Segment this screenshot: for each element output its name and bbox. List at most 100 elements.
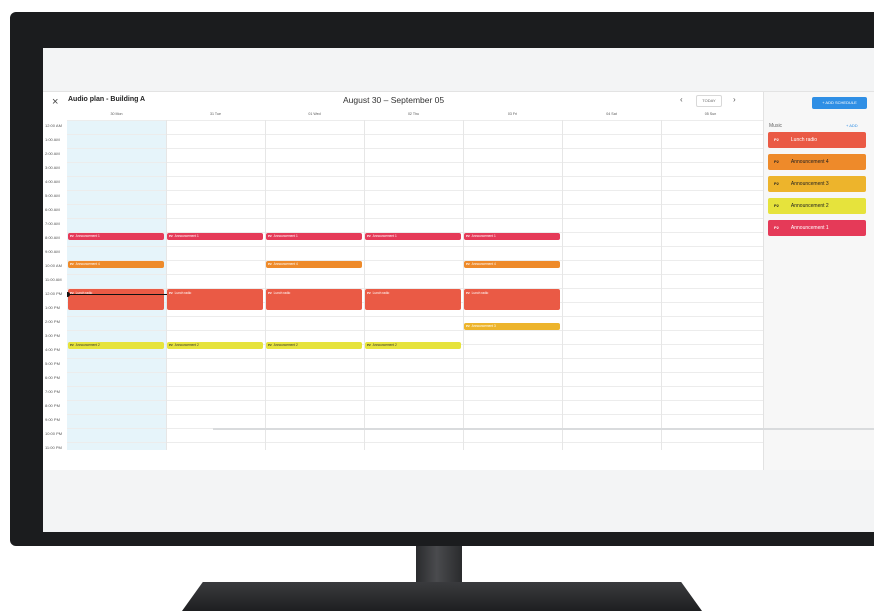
music-icon: P2 (466, 234, 470, 238)
music-icon: P2 (268, 234, 272, 238)
day-header-tue: 31 Tue (210, 112, 221, 116)
music-icon: P2 (70, 343, 74, 347)
hour-line (67, 120, 763, 121)
chevron-left-icon[interactable]: ‹ (680, 95, 683, 104)
horizontal-scrollbar[interactable] (213, 428, 874, 430)
monitor-stand-base (182, 582, 702, 611)
hour-line (67, 148, 763, 149)
music-icon: P2 (466, 262, 470, 266)
time-label: 1:00 AM (45, 137, 60, 142)
music-item-announcement-1[interactable]: P2 Announcement 1 (768, 220, 866, 236)
time-label: 4:00 PM (45, 347, 60, 352)
event-announcement-1[interactable]: P2 Announcement 1 (365, 233, 461, 240)
music-icon: P2 (774, 159, 779, 164)
event-label: Announcement 2 (273, 343, 298, 347)
event-lunch-radio[interactable]: P2 Lunch radio (167, 289, 263, 310)
day-divider (562, 120, 563, 450)
time-label: 7:00 PM (45, 389, 60, 394)
music-icon: P2 (268, 343, 272, 347)
music-item-lunch-radio[interactable]: P2 Lunch radio (768, 132, 866, 148)
date-range: August 30 – September 05 (343, 95, 445, 105)
event-label: Announcement 2 (75, 343, 100, 347)
hour-line (67, 386, 763, 387)
music-icon: P2 (70, 262, 74, 266)
hour-line (67, 204, 763, 205)
event-announcement-1[interactable]: P2 Announcement 1 (464, 233, 560, 240)
music-item-announcement-4[interactable]: P2 Announcement 4 (768, 154, 866, 170)
add-music-link[interactable]: + ADD (846, 123, 858, 128)
calendar-app: × Audio plan - Building A August 30 – Se… (43, 91, 874, 470)
event-label: Announcement 2 (174, 343, 199, 347)
music-icon: P2 (774, 225, 779, 230)
calendar-grid[interactable]: P2 Announcement 1 P2 Announcement 1 P2 Anno… (67, 120, 763, 470)
event-label: Announcement 4 (273, 262, 298, 266)
music-item-announcement-2[interactable]: P2 Announcement 2 (768, 198, 866, 214)
time-label: 11:00 AM (45, 277, 62, 282)
day-divider (463, 120, 464, 450)
day-divider (166, 120, 167, 450)
music-item-announcement-3[interactable]: P2 Announcement 3 (768, 176, 866, 192)
day-divider (661, 120, 662, 450)
event-lunch-radio[interactable]: P2 Lunch radio (266, 289, 362, 310)
day-header-thu: 02 Thu (407, 112, 420, 116)
monitor-bezel: × Audio plan - Building A August 30 – Se… (10, 12, 874, 546)
event-label: Lunch radio (273, 291, 291, 295)
music-item-label: Announcement 3 (790, 181, 829, 187)
today-button[interactable]: TODAY (696, 95, 722, 107)
time-label: 8:00 PM (45, 403, 60, 408)
time-label: 12:00 PM (45, 291, 63, 296)
music-icon: P2 (774, 203, 779, 208)
event-lunch-radio[interactable]: P2 Lunch radio (68, 289, 164, 310)
time-label: 2:00 PM (45, 319, 60, 324)
hour-line (67, 372, 763, 373)
hour-line (67, 162, 763, 163)
event-announcement-1[interactable]: P2 Announcement 1 (266, 233, 362, 240)
chevron-right-icon[interactable]: › (733, 95, 736, 104)
event-announcement-3[interactable]: P2 Announcement 3 (464, 323, 560, 330)
hour-line (67, 246, 763, 247)
event-announcement-1[interactable]: P2 Announcement 1 (68, 233, 164, 240)
event-label: Announcement 3 (471, 324, 496, 328)
event-lunch-radio[interactable]: P2 Lunch radio (464, 289, 560, 310)
time-label: 3:00 PM (45, 333, 60, 338)
add-schedule-button[interactable]: + ADD SCHEDULE (812, 97, 867, 109)
time-label: 1:00 PM (45, 305, 60, 310)
event-announcement-2[interactable]: P2 Announcement 2 (68, 342, 164, 349)
music-icon: P2 (466, 324, 470, 328)
day-header-sun: 05 Sun (704, 112, 717, 116)
monitor-screen: × Audio plan - Building A August 30 – Se… (43, 48, 874, 532)
music-icon: P2 (774, 137, 779, 142)
music-item-label: Announcement 4 (790, 159, 829, 165)
music-item-label: Announcement 1 (790, 225, 829, 231)
event-lunch-radio[interactable]: P2 Lunch radio (365, 289, 461, 310)
time-label: 10:00 PM (45, 431, 63, 436)
hour-line (67, 414, 763, 415)
event-label: Announcement 1 (273, 234, 298, 238)
music-icon: P2 (367, 343, 371, 347)
time-label: 8:00 AM (45, 235, 60, 240)
event-announcement-2[interactable]: P2 Announcement 2 (266, 342, 362, 349)
time-label: 9:00 PM (45, 417, 60, 422)
music-icon: P2 (169, 343, 173, 347)
event-label: Announcement 1 (471, 234, 496, 238)
time-label: 11:00 PM (45, 445, 62, 450)
event-announcement-1[interactable]: P2 Announcement 1 (167, 233, 263, 240)
event-announcement-2[interactable]: P2 Announcement 2 (167, 342, 263, 349)
time-column: 12:00 AM 1:00 AM 2:00 AM 3:00 AM 4:00 AM… (43, 120, 67, 470)
event-label: Announcement 1 (372, 234, 397, 238)
event-announcement-4[interactable]: P2 Announcement 4 (68, 261, 164, 268)
event-announcement-4[interactable]: P2 Announcement 4 (464, 261, 560, 268)
close-icon[interactable]: × (52, 96, 58, 108)
event-label: Announcement 4 (471, 262, 496, 266)
event-announcement-4[interactable]: P2 Announcement 4 (266, 261, 362, 268)
time-label: 12:00 AM (45, 123, 62, 128)
monitor-stand-neck (416, 546, 462, 586)
day-header-wed: 01 Wed (308, 112, 321, 116)
time-label: 6:00 AM (45, 207, 60, 212)
event-announcement-2[interactable]: P2 Announcement 2 (365, 342, 461, 349)
hour-line (67, 442, 763, 443)
music-icon: P2 (70, 234, 74, 238)
hour-line (67, 218, 763, 219)
event-label: Announcement 1 (174, 234, 199, 238)
day-header-mon: 30 Mon (110, 112, 123, 116)
